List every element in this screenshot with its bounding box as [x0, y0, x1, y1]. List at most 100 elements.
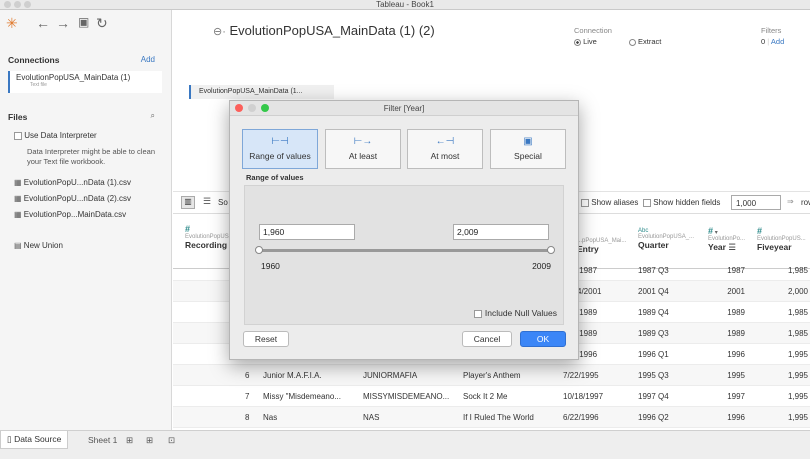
column-header-fiveyear[interactable]: # EvolutionPopUS... Fiveyear [757, 226, 806, 252]
dialog-zoom-icon[interactable] [261, 104, 269, 112]
connections-header: Connections [8, 55, 60, 65]
column-header-quarter[interactable]: Abc EvolutionPopUSA_... Quarter [638, 228, 694, 250]
show-hidden-checkbox[interactable] [643, 198, 651, 207]
reset-button[interactable]: Reset [243, 331, 289, 347]
tab-data-source[interactable]: ▯ Data Source [0, 431, 69, 449]
new-union-label: New Union [23, 241, 63, 250]
column-header-year[interactable]: # ▾ EvolutionPo... Year ☰ [708, 226, 745, 253]
entry-cell: 10/18/1997 [563, 392, 604, 401]
zoom-window-icon[interactable] [24, 1, 31, 8]
csv-table-icon: ▦ [14, 178, 22, 187]
grid-view-icon[interactable]: ▥ [181, 196, 195, 209]
at-most-button[interactable]: ←⊣ At most [407, 129, 483, 169]
forward-icon[interactable]: → [56, 15, 70, 31]
special-button[interactable]: ▣ Special [490, 129, 566, 169]
sidebar-toolbar: ✳ ← → ▣ ↻ [0, 10, 172, 38]
show-aliases-checkbox[interactable] [581, 198, 589, 207]
table-row[interactable]: 7 Missy "Misdemeano... MISSYMISDEMEANO..… [173, 386, 810, 407]
interpreter-checkbox-box[interactable] [14, 131, 22, 140]
connection-area: Connection Live Extract [574, 26, 661, 46]
quarter-cell: 1995 Q3 [638, 371, 669, 380]
dialog-title: Filter [Year] [383, 104, 425, 113]
column-name: Year [708, 242, 726, 252]
file-item[interactable]: ▦ EvolutionPopU...nData (1).csv [14, 178, 131, 187]
use-interpreter-checkbox[interactable]: Use Data Interpreter [14, 131, 97, 140]
rows-label: rows [801, 198, 810, 207]
dialog-close-icon[interactable] [235, 104, 243, 112]
range-slider[interactable] [255, 246, 555, 254]
extract-radio[interactable] [628, 38, 636, 46]
max-slider-handle[interactable] [547, 246, 555, 254]
cancel-button[interactable]: Cancel [462, 331, 512, 347]
column-header-recording[interactable]: # EvolutionPopUS... Recording I [185, 224, 234, 250]
table-row[interactable]: 6 Junior M.A.F.I.A. JUNIORMAFIA Player's… [173, 365, 810, 386]
connection-item[interactable]: EvolutionPopUSA_MainData (1) Text file [8, 71, 162, 93]
range-of-values-button[interactable]: ⊢⊣ Range of values [242, 129, 318, 169]
table-row[interactable]: 8 Nas NAS If I Ruled The World 6/22/1996… [173, 407, 810, 428]
year-cell: 1997 [727, 392, 745, 401]
files-header: Files [8, 112, 28, 122]
column-name: Entry [577, 244, 599, 254]
show-hidden-label: Show hidden fields [653, 198, 721, 207]
show-aliases-option[interactable]: Show aliases [581, 198, 638, 207]
entry-cell: /1989 [577, 308, 598, 317]
new-dashboard-icon[interactable]: ⊞ [146, 435, 153, 446]
refresh-icon[interactable]: ↻ [96, 15, 108, 32]
entry-cell: /1989 [577, 329, 598, 338]
add-filter-link[interactable]: Add [771, 37, 784, 46]
fiveyear-cell: 1,995 [787, 371, 808, 380]
filters-label: Filters [761, 26, 782, 35]
year-cell: 1995 [727, 371, 745, 380]
tab-sheet-1[interactable]: Sheet 1 [88, 435, 117, 445]
save-icon[interactable]: ▣ [78, 15, 89, 29]
tableau-logo-icon[interactable]: ✳ [6, 15, 18, 32]
quarter-cell: 1997 Q4 [638, 392, 669, 401]
year-cell: 2001 [727, 287, 745, 296]
file-name: EvolutionPopU...nData (2).csv [23, 194, 131, 203]
search-files-icon[interactable]: ⌕ [151, 111, 155, 121]
rows-arrow-icon[interactable]: ⇒ [787, 197, 794, 206]
sidebar: ✳ ← → ▣ ↻ Connections Add EvolutionPopUS… [0, 10, 172, 430]
include-null-checkbox[interactable] [474, 309, 483, 318]
new-worksheet-icon[interactable]: ⊞ [126, 435, 133, 446]
max-value-input[interactable]: 2,009 [453, 224, 549, 240]
fiveyear-cell: 1,985 [787, 266, 808, 275]
close-window-icon[interactable] [4, 1, 11, 8]
fiveyear-cell: 1,995 [787, 413, 808, 422]
title-cell: If I Ruled The World [463, 413, 534, 422]
file-item[interactable]: ▦ EvolutionPop...MainData.csv [14, 210, 126, 219]
new-union-item[interactable]: ▤ New Union [14, 241, 63, 250]
connection-label: Connection [574, 26, 612, 35]
live-radio[interactable] [574, 38, 581, 46]
tab-label: Data Source [14, 434, 62, 444]
datasource-name: EvolutionPopUSA_MainData (1) (2) [229, 23, 435, 38]
range-header: Range of values [246, 173, 304, 182]
datasource-title[interactable]: ⊖· EvolutionPopUSA_MainData (1) (2) [213, 23, 435, 38]
filters-area: Filters 0 | Add [761, 26, 785, 46]
include-null-option[interactable]: Include Null Values [474, 308, 557, 318]
extract-label: Extract [638, 37, 662, 46]
list-view-icon[interactable]: ☰ [203, 196, 211, 207]
rows-input[interactable]: 1,000 [731, 195, 781, 210]
number-type-icon: # [708, 226, 714, 236]
add-connection-link[interactable]: Add [141, 55, 155, 64]
show-aliases-label: Show aliases [591, 198, 639, 207]
fiveyear-cell: 2,000 [787, 287, 808, 296]
ok-button[interactable]: OK [520, 331, 566, 347]
entry-cell: /1987 [577, 266, 598, 275]
interpreter-note: Data Interpreter might be able to clean … [27, 147, 155, 166]
file-item[interactable]: ▦ EvolutionPopU...nData (2).csv [14, 194, 131, 203]
back-icon[interactable]: ← [36, 15, 50, 31]
at-least-button[interactable]: ⊢→ At least [325, 129, 401, 169]
sort-icon[interactable]: ☰ [728, 242, 736, 252]
minimize-window-icon[interactable] [14, 1, 21, 8]
new-story-icon[interactable]: ⊡ [168, 435, 175, 446]
canvas-table-pill[interactable]: EvolutionPopUSA_MainData (1... [189, 85, 334, 99]
min-slider-handle[interactable] [255, 246, 263, 254]
column-name: Fiveyear [757, 242, 792, 252]
sort-label[interactable]: So [218, 198, 228, 207]
show-hidden-option[interactable]: Show hidden fields [643, 198, 720, 207]
column-header-entry[interactable]: ...pPopUSA_Mai... Entry [577, 238, 626, 254]
min-value-input[interactable]: 1,960 [259, 224, 355, 240]
fiveyear-cell: 1,995 [787, 350, 808, 359]
